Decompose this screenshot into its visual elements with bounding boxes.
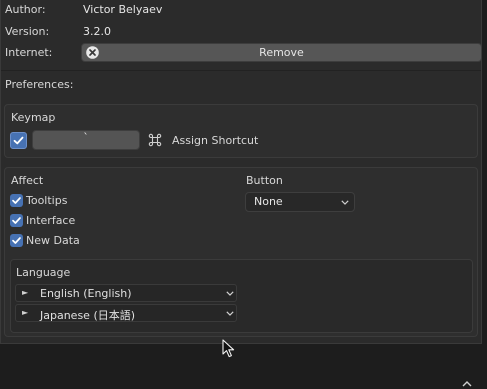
author-value: Victor Belyaev — [83, 3, 163, 16]
divider — [1, 70, 481, 71]
language-row-label: Japanese (日本語) — [40, 309, 136, 322]
expand-triangle-icon[interactable]: ► — [22, 308, 28, 317]
chevron-down-icon — [226, 291, 234, 296]
interface-checkbox[interactable] — [10, 214, 23, 227]
keymap-enable-checkbox[interactable] — [10, 132, 27, 149]
author-label: Author: — [5, 3, 46, 16]
language-row-japanese[interactable]: ► Japanese (日本語) — [15, 304, 237, 322]
command-icon — [148, 133, 162, 147]
version-label: Version: — [5, 25, 50, 38]
keymap-key-value: ` — [83, 131, 89, 144]
tooltips-label: Tooltips — [26, 194, 68, 207]
tooltips-checkbox[interactable] — [10, 194, 23, 207]
interface-label: Interface — [26, 214, 76, 227]
keymap-key-field[interactable]: ` — [32, 130, 140, 150]
language-row-label: English (English) — [40, 287, 132, 300]
version-value: 3.2.0 — [83, 25, 111, 38]
keymap-title: Keymap — [11, 111, 56, 124]
new-data-label: New Data — [26, 234, 80, 247]
scroll-up-icon[interactable] — [462, 381, 472, 387]
affect-title: Affect — [11, 174, 44, 187]
remove-button-label: Remove — [259, 46, 304, 59]
button-dropdown[interactable]: None — [245, 192, 355, 212]
preferences-title: Preferences: — [5, 78, 74, 91]
language-title: Language — [16, 266, 71, 279]
expand-triangle-icon[interactable]: ► — [22, 288, 28, 297]
internet-label: Internet: — [5, 46, 53, 59]
button-dropdown-value: None — [254, 195, 283, 208]
assign-shortcut-button[interactable]: Assign Shortcut — [172, 134, 258, 148]
remove-button[interactable]: Remove — [81, 43, 482, 62]
mouse-cursor-icon — [222, 339, 235, 358]
chevron-down-icon — [341, 200, 349, 205]
chevron-down-icon — [226, 311, 234, 316]
language-row-english[interactable]: ► English (English) — [15, 284, 237, 302]
button-title: Button — [246, 174, 283, 187]
new-data-checkbox[interactable] — [10, 234, 23, 247]
